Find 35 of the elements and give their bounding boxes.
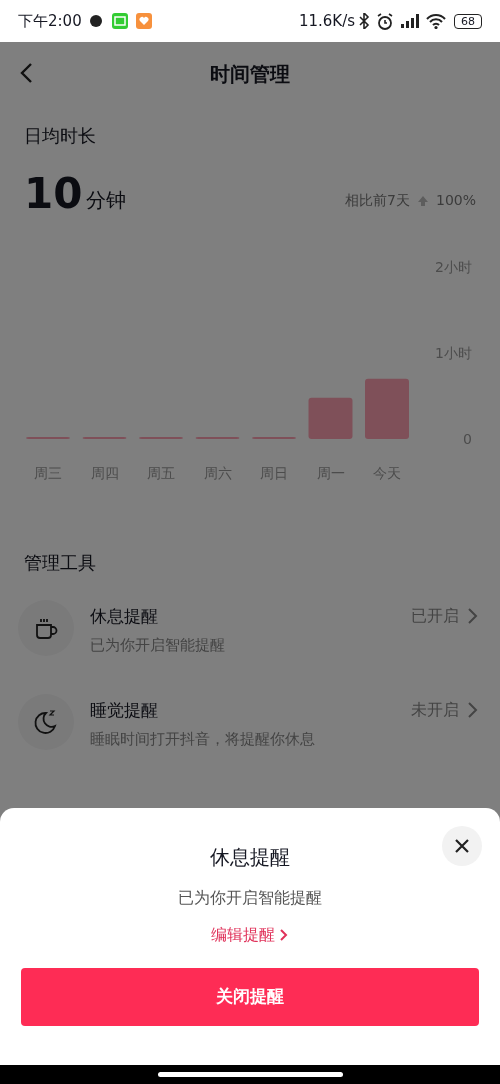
bluetooth-icon [358,13,370,29]
sheet-title: 休息提醒 [210,845,290,869]
signal-icon [400,13,420,29]
duration-value: 10 [24,173,83,215]
app-icon [111,13,128,29]
tool-title: 休息提醒 [90,605,159,628]
tool-row[interactable]: 休息提醒 已为你开启智能提醒 已开启 [0,580,500,674]
edit-link[interactable]: 编辑提醒 [205,922,295,948]
battery-level: 68 [454,13,482,29]
chevron-right-icon [279,928,289,942]
app-icon [135,13,152,29]
compare-value: 100% [435,191,476,210]
section-label: 日均时长 [24,124,97,148]
up-arrow-icon [417,195,428,206]
page-title: 时间管理 [210,61,290,88]
close-reminder-button[interactable]: 关闭提醒 [21,968,479,1026]
close-icon [454,838,470,854]
sheet-message: 已为你开启智能提醒 [177,887,323,909]
compare-label: 相比前7天 [345,191,410,210]
alarm-icon [376,12,394,30]
section-title: 管理工具 [23,551,97,575]
notification-dot-icon [89,15,102,27]
tool-row[interactable]: 睡觉提醒 睡眠时间打开抖音，将提醒你休息 未开启 [0,674,500,768]
tool-description: 已为你开启智能提醒 [90,634,226,656]
tool-status: 未开启 [411,699,459,721]
chevron-right-icon [467,607,478,625]
duration-unit: 分钟 [86,187,127,214]
tool-title: 睡觉提醒 [90,699,159,722]
close-button[interactable] [442,826,482,866]
tool-description: 睡眠时间打开抖音，将提醒你休息 [90,728,316,750]
chevron-right-icon [467,701,478,719]
wifi-icon [426,13,446,29]
tool-status: 已开启 [411,605,459,627]
network-speed: 11.6K/s [298,10,355,32]
status-time: 下午2:00 [18,10,82,32]
